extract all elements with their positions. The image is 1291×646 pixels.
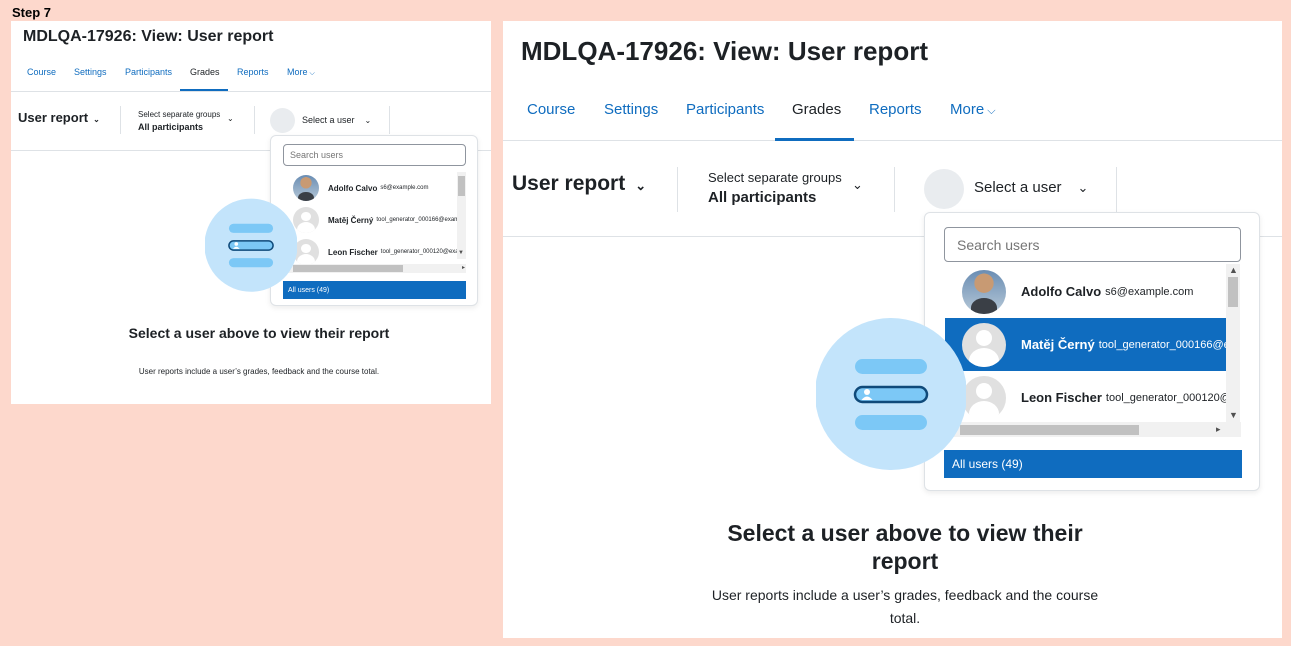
tab-course[interactable]: Course <box>27 67 56 77</box>
vertical-scrollbar[interactable]: ▼ <box>457 172 466 259</box>
chevron-down-icon[interactable]: ⌄ <box>852 177 863 193</box>
tab-reports[interactable]: Reports <box>237 67 269 77</box>
groups-selector-value[interactable]: All participants <box>138 122 203 132</box>
empty-state-description: User reports include a user’s grades, fe… <box>138 367 380 376</box>
user-option[interactable]: Leon Fischer tool_generator_000120@examp… <box>283 236 466 267</box>
empty-state-title: Select a user above to view their report <box>128 325 390 341</box>
groups-selector-label[interactable]: Select separate groups <box>708 170 842 185</box>
user-selector-label: Select a user <box>974 179 1062 196</box>
user-selector-label: Select a user <box>302 115 355 125</box>
empty-state-illustration <box>205 198 297 292</box>
user-avatar-placeholder <box>924 169 964 209</box>
toolbar-divider <box>677 167 678 212</box>
tab-settings[interactable]: Settings <box>604 101 658 118</box>
toolbar-divider <box>389 106 390 134</box>
scroll-right-icon[interactable]: ▸ <box>462 265 465 271</box>
user-name: Leon Fischer <box>1021 390 1102 405</box>
user-email: s6@example.com <box>380 185 429 191</box>
tab-participants[interactable]: Participants <box>686 101 764 118</box>
toolbar-divider <box>894 167 895 212</box>
user-name: Matěj Černý <box>328 215 374 225</box>
empty-state-description: User reports include a user’s grades, fe… <box>711 587 1099 626</box>
chevron-down-icon[interactable]: ⌄ <box>227 114 234 123</box>
user-search-dropdown: Adolfo Calvo s6@example.com Matěj Černý … <box>924 212 1260 491</box>
tab-participants[interactable]: Participants <box>125 67 172 77</box>
groups-selector-value[interactable]: All participants <box>708 189 816 206</box>
scroll-down-icon[interactable]: ▼ <box>458 250 464 256</box>
chevron-down-icon: ⌄ <box>1077 180 1089 195</box>
groups-selector-label[interactable]: Select separate groups <box>138 110 220 119</box>
page-title: MDLQA-17926: View: User report <box>23 28 274 45</box>
user-email: tool_generator_000166@example.com <box>376 217 466 223</box>
report-panel-thumbnail: MDLQA-17926: View: User report Course Se… <box>11 21 491 404</box>
chevron-down-icon: ⌵ <box>984 105 996 117</box>
chevron-down-icon: ⌄ <box>364 116 372 125</box>
default-avatar-icon <box>962 322 1006 367</box>
user-email: s6@example.com <box>1105 285 1194 298</box>
all-users-button[interactable]: All users (49) <box>283 281 466 299</box>
scrollbar-thumb[interactable] <box>1228 277 1238 307</box>
scroll-right-icon[interactable]: ▸ <box>1216 425 1221 434</box>
tab-more[interactable]: More ⌵ <box>950 101 996 118</box>
chevron-down-icon: ⌄ <box>93 115 100 124</box>
default-avatar-icon <box>962 375 1006 415</box>
tab-reports[interactable]: Reports <box>869 101 922 118</box>
user-selector[interactable]: Select a user ⌄ <box>302 115 371 125</box>
user-email: tool_generator_000120@example.com <box>1105 391 1227 404</box>
user-list: Adolfo Calvo s6@example.com Matěj Černý … <box>945 265 1227 415</box>
chevron-down-icon: ⌵ <box>307 70 315 77</box>
user-name: Leon Fischer <box>328 247 378 257</box>
toolbar-divider <box>120 106 121 134</box>
tab-more-label: More <box>287 67 308 77</box>
search-users-input[interactable] <box>944 227 1241 262</box>
scrollbar-thumb[interactable] <box>458 176 465 196</box>
user-name: Adolfo Calvo <box>328 183 378 193</box>
horizontal-scrollbar[interactable]: ◂ ▸ <box>944 422 1241 437</box>
user-option[interactable]: Leon Fischer tool_generator_000120@examp… <box>945 371 1227 415</box>
tab-settings[interactable]: Settings <box>74 67 107 77</box>
report-selector[interactable]: User report ⌄ <box>18 110 100 125</box>
user-option[interactable]: Matěj Černý tool_generator_000166@exampl… <box>283 204 466 236</box>
tab-more-label: More <box>950 101 985 118</box>
horizontal-scrollbar[interactable]: ◂ ▸ <box>283 264 466 273</box>
scrollbar-thumb[interactable] <box>293 265 403 272</box>
active-tab-indicator <box>180 89 228 91</box>
user-list: Adolfo Calvo s6@example.com Matěj Černý … <box>283 172 466 267</box>
user-avatar-placeholder <box>270 108 295 133</box>
vertical-scrollbar[interactable]: ▲ ▼ <box>1226 264 1240 422</box>
scroll-up-icon[interactable]: ▲ <box>1229 266 1238 275</box>
tab-course[interactable]: Course <box>527 101 575 118</box>
empty-state-title: Select a user above to view their report <box>727 520 1083 574</box>
tab-more[interactable]: More ⌵ <box>287 67 315 78</box>
toolbar-divider <box>1116 167 1117 212</box>
user-selector[interactable]: Select a user ⌄ <box>974 179 1088 196</box>
scroll-down-icon[interactable]: ▼ <box>1229 411 1238 420</box>
user-avatar <box>962 269 1006 314</box>
user-email: tool_generator_000120@example.com <box>380 249 466 255</box>
user-search-dropdown: Adolfo Calvo s6@example.com Matěj Černý … <box>270 135 478 306</box>
report-panel-zoomed: MDLQA-17926: View: User report Course Se… <box>503 21 1282 638</box>
user-name: Matěj Černý <box>1021 337 1095 352</box>
report-selector[interactable]: User report ⌄ <box>512 172 646 196</box>
tab-grades[interactable]: Grades <box>792 101 841 118</box>
chevron-down-icon: ⌄ <box>635 178 647 193</box>
user-option[interactable]: Adolfo Calvo s6@example.com <box>283 172 466 204</box>
user-option[interactable]: Adolfo Calvo s6@example.com <box>945 265 1227 318</box>
search-users-input[interactable] <box>283 144 466 166</box>
report-selector-label: User report <box>18 110 89 125</box>
tab-grades[interactable]: Grades <box>190 67 220 77</box>
user-name: Adolfo Calvo <box>1021 284 1102 299</box>
toolbar-divider <box>254 106 255 134</box>
page-title: MDLQA-17926: View: User report <box>521 36 928 66</box>
user-option-highlighted[interactable]: Matěj Černý tool_generator_000166@exampl… <box>945 318 1227 371</box>
step-label: Step 7 <box>12 5 52 20</box>
empty-state-illustration <box>816 318 966 470</box>
all-users-button[interactable]: All users (49) <box>944 450 1242 478</box>
report-selector-label: User report <box>512 172 626 195</box>
user-email: tool_generator_000166@example.com <box>1098 338 1227 351</box>
scrollbar-thumb[interactable] <box>960 425 1139 435</box>
